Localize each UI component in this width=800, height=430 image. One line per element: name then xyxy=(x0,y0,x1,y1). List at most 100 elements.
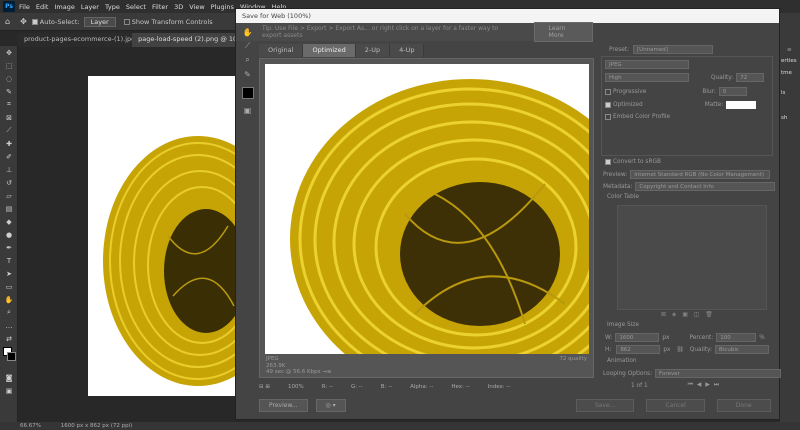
menu-file[interactable]: File xyxy=(19,3,30,11)
auto-select-label: Auto-Select: xyxy=(39,17,80,26)
blur-icon[interactable]: ◆ xyxy=(0,215,18,228)
preset-select[interactable]: [Unnamed] xyxy=(633,45,714,54)
eyedropper-tool-icon[interactable]: ✎ xyxy=(240,67,255,81)
home-icon[interactable]: ⌂ xyxy=(5,17,10,26)
crop-icon[interactable]: ⌗ xyxy=(0,98,18,111)
delete-color-icon[interactable]: 🗑 xyxy=(705,312,712,318)
format-select[interactable]: JPEG xyxy=(605,60,689,69)
height-input[interactable]: 862 xyxy=(616,345,661,354)
move-icon[interactable]: ✥ xyxy=(0,46,18,59)
preview-button[interactable]: Preview... xyxy=(259,399,308,412)
quality-input[interactable]: 72 xyxy=(736,73,765,82)
menu-image[interactable]: Image xyxy=(54,3,74,11)
move-tool-icon[interactable]: ✥ xyxy=(20,17,27,26)
hand-icon[interactable]: ✋ xyxy=(0,293,18,306)
panel-label-4[interactable]: sh xyxy=(781,115,787,121)
web-shift-icon[interactable]: ◈ xyxy=(672,312,676,318)
embed-profile-checkbox[interactable] xyxy=(605,114,611,120)
menu-view[interactable]: View xyxy=(189,3,204,11)
menu-layer[interactable]: Layer xyxy=(81,3,99,11)
zoom-level-select[interactable]: 100% xyxy=(288,384,304,390)
show-transform-checkbox[interactable] xyxy=(123,18,130,25)
dodge-icon[interactable]: ● xyxy=(0,228,18,241)
matte-color[interactable] xyxy=(726,101,757,109)
eyedropper-color-swatch[interactable] xyxy=(242,87,254,99)
quality-level-select[interactable]: High xyxy=(605,73,689,82)
menu-edit[interactable]: Edit xyxy=(36,3,49,11)
resample-quality-label: Quality: xyxy=(689,346,713,353)
cancel-button[interactable]: Cancel xyxy=(646,399,705,412)
color-table[interactable] xyxy=(617,205,767,310)
preview-profile-select[interactable]: Internet Standard RGB (No Color Manageme… xyxy=(630,170,771,179)
properties-panel-label[interactable]: erties xyxy=(781,58,797,64)
path-select-icon[interactable]: ➤ xyxy=(0,267,18,280)
panel-label-3[interactable]: ls xyxy=(781,90,785,96)
doc-tab-page-load[interactable]: page-load-speed (2).png @ 10 xyxy=(132,33,235,47)
right-panels xyxy=(780,23,800,422)
hand-tool-icon[interactable]: ✋ xyxy=(240,25,255,39)
preview-download-time[interactable]: 49 sec @ 56.6 Kbps →≡ xyxy=(266,369,331,376)
layer-select[interactable]: Layer xyxy=(83,16,116,27)
optimized-preview[interactable] xyxy=(265,64,589,354)
color-swatches[interactable] xyxy=(0,345,17,371)
menu-3d[interactable]: 3D xyxy=(174,3,183,11)
done-button[interactable]: Done xyxy=(716,399,771,412)
resample-quality-select[interactable]: Bicubic xyxy=(715,345,770,354)
stamp-icon[interactable]: ⊥ xyxy=(0,163,18,176)
slice-select-icon[interactable]: ⟋ xyxy=(240,39,255,53)
convert-srgb-checkbox[interactable] xyxy=(605,159,611,165)
doc-tab-ecommerce[interactable]: product-pages-ecommerce-(1).jpg xyxy=(18,33,132,47)
animation-controls-icon[interactable]: ⏮◀▶⏭ xyxy=(688,382,723,389)
tab-4-up[interactable]: 4-Up xyxy=(390,44,425,57)
settings-menu-icon[interactable]: ≡ xyxy=(787,47,792,53)
menu-type[interactable]: Type xyxy=(105,3,120,11)
zoom-tool-icon[interactable]: ⌕ xyxy=(240,53,255,67)
panel-label-2[interactable]: tme xyxy=(781,70,792,76)
quick-mask-icon[interactable]: ◙ xyxy=(0,371,18,384)
menu-filter[interactable]: Filter xyxy=(152,3,168,11)
quick-select-icon[interactable]: ✎ xyxy=(0,85,18,98)
blur-label: Blur: xyxy=(702,88,716,95)
pen-icon[interactable]: ✒ xyxy=(0,241,18,254)
gradient-icon[interactable]: ▤ xyxy=(0,202,18,215)
screen-mode-icon[interactable]: ▣ xyxy=(0,384,18,397)
marquee-icon[interactable]: ⬚ xyxy=(0,59,18,72)
browser-preview-icon[interactable]: ◎ ▾ xyxy=(315,399,346,412)
looping-select[interactable]: Forever xyxy=(655,369,782,378)
status-zoom: 66.67% xyxy=(20,423,41,429)
more-tools-icon[interactable]: … xyxy=(0,319,18,332)
index-value: Index: -- xyxy=(487,384,511,390)
menu-plugins[interactable]: Plugins xyxy=(211,3,234,11)
tab-original[interactable]: Original xyxy=(259,44,304,57)
progressive-checkbox[interactable] xyxy=(605,88,611,95)
tab-optimized[interactable]: Optimized xyxy=(303,44,356,57)
link-icon[interactable]: ⛓ xyxy=(676,347,683,353)
healing-icon[interactable]: ✚ xyxy=(0,137,18,150)
percent-input[interactable]: 100 xyxy=(716,333,757,342)
auto-select-checkbox[interactable] xyxy=(31,18,38,25)
rectangle-icon[interactable]: ▭ xyxy=(0,280,18,293)
metadata-select[interactable]: Copyright and Contact Info xyxy=(635,182,776,191)
frame-icon[interactable]: ⊠ xyxy=(0,111,18,124)
lock-color-icon[interactable]: ▣ xyxy=(682,312,687,318)
brush-icon[interactable]: ✐ xyxy=(0,150,18,163)
swap-colors-icon[interactable]: ⇄ xyxy=(0,332,18,345)
toggle-slices-icon[interactable]: ▣ xyxy=(240,103,255,117)
document-canvas[interactable] xyxy=(88,76,235,396)
save-button[interactable]: Save... xyxy=(576,399,635,412)
lasso-icon[interactable]: ◌ xyxy=(0,72,18,85)
history-brush-icon[interactable]: ↺ xyxy=(0,176,18,189)
map-color-icon[interactable]: ⊠ xyxy=(661,312,666,318)
zoom-icon[interactable]: ⌕ xyxy=(0,306,18,319)
tab-2-up[interactable]: 2-Up xyxy=(355,44,391,57)
eyedropper-icon[interactable]: ⟋ xyxy=(0,124,18,137)
menu-select[interactable]: Select xyxy=(126,3,146,11)
blur-input[interactable]: 0 xyxy=(718,87,747,96)
optimized-checkbox[interactable] xyxy=(605,102,611,108)
type-icon[interactable]: T xyxy=(0,254,18,267)
width-input[interactable]: 1600 xyxy=(615,333,660,342)
zoom-out-icon[interactable]: ⊟ ⊞ xyxy=(259,384,270,390)
learn-more-button[interactable]: Learn More xyxy=(533,22,593,42)
new-color-icon[interactable]: ◫ xyxy=(694,312,699,318)
eraser-icon[interactable]: ▱ xyxy=(0,189,18,202)
